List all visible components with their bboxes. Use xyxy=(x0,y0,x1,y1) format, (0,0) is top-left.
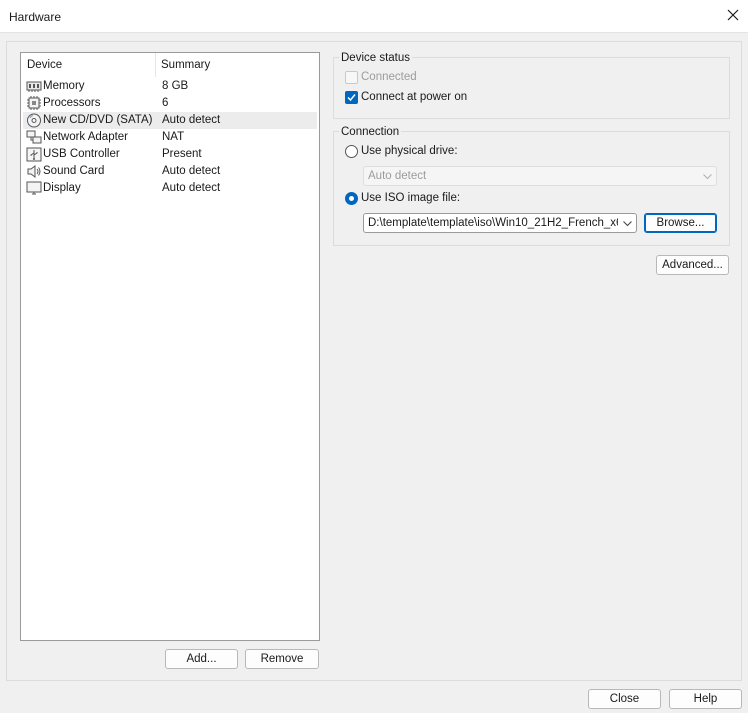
device-name: Network Adapter xyxy=(43,131,129,143)
network-adapter-icon xyxy=(26,130,42,144)
use-iso-image-label: Use ISO image file: xyxy=(361,192,461,204)
connection-title: Connection xyxy=(339,126,402,138)
help-button[interactable]: Help xyxy=(669,689,742,709)
close-icon xyxy=(727,9,739,21)
title-bar: Hardware xyxy=(0,0,748,33)
sound-card-icon xyxy=(27,165,41,178)
device-row-display[interactable]: Display Auto detect xyxy=(23,180,317,197)
device-row-usb-controller[interactable]: USB Controller Present xyxy=(23,146,317,163)
advanced-button[interactable]: Advanced... xyxy=(656,255,729,275)
column-header-summary[interactable]: Summary xyxy=(161,59,210,71)
iso-path-select[interactable]: D:\template\template\iso\Win10_21H2_Fren… xyxy=(363,213,637,233)
connected-checkbox[interactable] xyxy=(345,71,358,84)
use-physical-drive-label: Use physical drive: xyxy=(361,145,458,157)
device-row-processors[interactable]: Processors 6 xyxy=(23,95,317,112)
device-status-title: Device status xyxy=(339,52,413,64)
device-name: Memory xyxy=(43,80,85,92)
device-summary: Present xyxy=(162,148,202,160)
device-summary: NAT xyxy=(162,131,185,143)
device-name: Sound Card xyxy=(43,165,105,177)
connect-at-power-on-label: Connect at power on xyxy=(361,91,468,103)
connect-at-power-on-checkbox[interactable] xyxy=(345,91,358,104)
processor-icon xyxy=(27,96,41,110)
device-name: USB Controller xyxy=(43,148,120,160)
window-title: Hardware xyxy=(9,10,62,24)
device-row-cd-dvd[interactable]: New CD/DVD (SATA) Auto detect xyxy=(23,112,317,129)
device-row-network-adapter[interactable]: Network Adapter NAT xyxy=(23,129,317,146)
checkmark-icon xyxy=(347,94,356,102)
memory-icon xyxy=(26,81,42,92)
connected-label: Connected xyxy=(361,71,417,83)
chevron-down-icon xyxy=(623,221,632,227)
device-row-sound-card[interactable]: Sound Card Auto detect xyxy=(23,163,317,180)
device-summary: Auto detect xyxy=(162,182,221,194)
physical-drive-value: Auto detect xyxy=(368,170,427,182)
use-iso-image-radio[interactable] xyxy=(345,192,358,205)
device-summary: 6 xyxy=(162,97,169,109)
use-physical-drive-radio[interactable] xyxy=(345,145,358,158)
device-summary: Auto detect xyxy=(162,165,221,177)
close-button[interactable]: Close xyxy=(588,689,661,709)
physical-drive-select[interactable]: Auto detect xyxy=(363,166,717,186)
remove-device-button[interactable]: Remove xyxy=(245,649,319,669)
column-divider[interactable] xyxy=(155,53,156,77)
device-list[interactable]: Device Summary Memory 8 GB Processors 6 … xyxy=(20,52,320,641)
add-device-button[interactable]: Add... xyxy=(165,649,238,669)
device-row-memory[interactable]: Memory 8 GB xyxy=(23,78,317,95)
chevron-down-icon xyxy=(703,174,712,180)
usb-icon xyxy=(26,147,42,162)
device-name: Processors xyxy=(43,97,101,109)
iso-path-value: D:\template\template\iso\Win10_21H2_Fren… xyxy=(368,217,618,229)
list-header: Device Summary xyxy=(21,53,319,77)
browse-button[interactable]: Browse... xyxy=(644,213,717,233)
display-icon xyxy=(26,181,42,195)
close-window-button[interactable] xyxy=(722,4,744,26)
device-name: Display xyxy=(43,182,81,194)
device-summary: 8 GB xyxy=(162,80,189,92)
device-summary: Auto detect xyxy=(162,114,221,126)
device-name: New CD/DVD (SATA) xyxy=(43,114,153,126)
column-header-device[interactable]: Device xyxy=(27,59,62,71)
device-status-group xyxy=(333,57,730,119)
cd-dvd-icon xyxy=(27,113,41,128)
